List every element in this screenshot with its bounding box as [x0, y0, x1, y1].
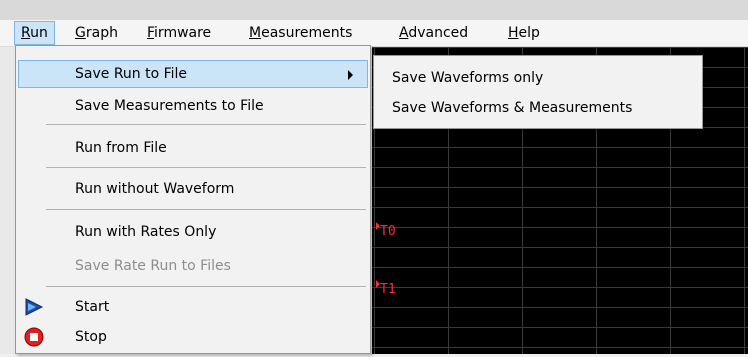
menu-item-label: Save Run to File: [75, 66, 188, 82]
menu-item-label: Run from File: [75, 140, 167, 156]
menu-advanced-accel: A: [399, 25, 409, 41]
menu-separator: [46, 286, 366, 287]
menu-advanced[interactable]: Advanced: [393, 20, 474, 46]
marker-t1-label: T1: [380, 282, 396, 297]
menu-item-label: Run without Waveform: [75, 181, 235, 197]
menu-help-accel: H: [508, 25, 519, 41]
menu-separator: [46, 124, 366, 125]
menu-firmware[interactable]: Firmware: [141, 20, 217, 46]
menu-run-accel: R: [21, 25, 31, 41]
menu-item-label: Save Measurements to File: [75, 98, 264, 114]
submenu-item-label: Save Waveforms & Measurements: [392, 100, 633, 116]
menu-run[interactable]: Run: [14, 21, 55, 45]
menu-item-label: Run with Rates Only: [75, 224, 217, 240]
submenu-item-save-waveforms-and-measurements[interactable]: Save Waveforms & Measurements: [392, 94, 632, 122]
menu-separator: [46, 209, 366, 210]
menu-measurements[interactable]: Measurements: [243, 20, 358, 46]
submenu-arrow-icon: [348, 70, 353, 80]
menu-measurements-accel: M: [249, 25, 262, 41]
marker-t0-label: T0: [380, 224, 396, 239]
marker-t1[interactable]: T1: [376, 280, 396, 297]
run-menu-dropdown: Save Run to File Save Measurements to Fi…: [15, 45, 371, 354]
menu-graph-accel: G: [75, 25, 86, 41]
menu-item-run-without-waveform[interactable]: Run without Waveform: [18, 175, 368, 203]
menu-item-start[interactable]: Start: [18, 293, 368, 321]
stop-icon: [24, 327, 44, 347]
menu-item-save-measurements-to-file[interactable]: Save Measurements to File: [18, 92, 368, 120]
submenu-item-label: Save Waveforms only: [392, 70, 544, 86]
window-top-strip: [0, 0, 748, 21]
menu-graph[interactable]: Graph: [69, 20, 124, 46]
menu-item-label: Start: [75, 299, 110, 315]
start-play-icon: [24, 297, 44, 317]
menu-item-run-with-rates-only[interactable]: Run with Rates Only: [18, 218, 368, 246]
menu-item-stop[interactable]: Stop: [18, 323, 368, 351]
menu-item-run-from-file[interactable]: Run from File: [18, 134, 368, 162]
menu-item-label: Stop: [75, 329, 107, 345]
menu-item-save-rate-run-to-files: Save Rate Run to Files: [18, 252, 368, 280]
menu-help[interactable]: Help: [502, 20, 546, 46]
menu-graph-rest: raph: [85, 25, 118, 41]
menu-measurements-rest: easurements: [261, 25, 353, 41]
marker-t0[interactable]: T0: [376, 222, 396, 239]
menu-separator: [46, 167, 366, 168]
menu-run-rest: un: [30, 25, 48, 41]
menu-firmware-accel: F: [147, 25, 155, 41]
menu-bar: Run Graph Firmware Measurements Advanced…: [0, 20, 748, 47]
menu-help-rest: elp: [518, 25, 540, 41]
submenu-item-save-waveforms-only[interactable]: Save Waveforms only: [392, 64, 543, 92]
menu-advanced-rest: dvanced: [408, 25, 469, 41]
menu-item-label: Save Rate Run to Files: [75, 258, 231, 274]
menu-item-save-run-to-file[interactable]: Save Run to File: [18, 60, 368, 88]
save-run-submenu: Save Waveforms only Save Waveforms & Mea…: [373, 55, 703, 129]
menu-firmware-rest: irmware: [154, 25, 212, 41]
